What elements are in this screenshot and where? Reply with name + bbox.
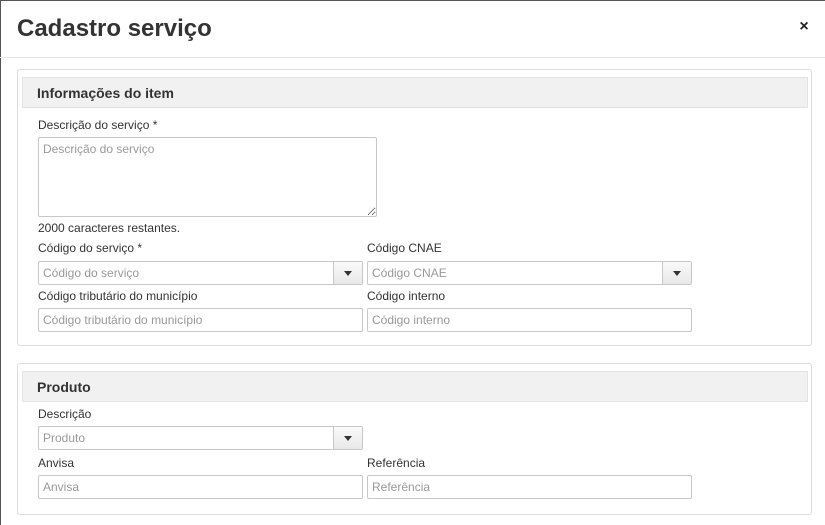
item-info-panel-header: Informações do item: [22, 77, 808, 108]
cnae-code-label: Código CNAE: [367, 241, 442, 255]
chevron-down-icon: [673, 270, 681, 276]
modal-header: Cadastro serviço ×: [0, 0, 825, 58]
cnae-code-dropdown-button[interactable]: [662, 262, 691, 284]
anvisa-input[interactable]: [38, 475, 363, 499]
product-description-label: Descrição: [38, 407, 92, 421]
product-input[interactable]: [39, 427, 335, 449]
product-dropdown-button[interactable]: [333, 427, 362, 449]
close-icon[interactable]: ×: [798, 19, 810, 35]
product-panel-header: Produto: [22, 371, 808, 402]
product-panel-title: Produto: [37, 379, 91, 395]
item-info-panel-title: Informações do item: [37, 85, 174, 101]
cnae-code-combobox[interactable]: [367, 261, 692, 285]
product-combobox[interactable]: [38, 426, 363, 450]
municipal-tax-code-input[interactable]: [38, 308, 363, 332]
anvisa-label: Anvisa: [38, 456, 75, 470]
characters-remaining-counter: 2000 caracteres restantes.: [38, 221, 181, 235]
service-code-label: Código do serviço *: [38, 241, 143, 255]
internal-code-label: Código interno: [367, 289, 446, 303]
modal-title: Cadastro serviço: [17, 15, 212, 42]
service-code-input[interactable]: [39, 262, 335, 284]
required-mark: *: [137, 241, 143, 255]
cnae-code-input[interactable]: [368, 262, 664, 284]
service-description-textarea[interactable]: [38, 137, 377, 217]
service-description-label: Descrição do serviço *: [38, 118, 158, 132]
municipal-tax-code-label: Código tributário do município: [38, 289, 198, 303]
chevron-down-icon: [344, 270, 352, 276]
chevron-down-icon: [344, 435, 352, 441]
required-mark: *: [152, 118, 158, 132]
service-code-dropdown-button[interactable]: [333, 262, 362, 284]
reference-label: Referência: [367, 456, 426, 470]
reference-input[interactable]: [367, 475, 692, 499]
internal-code-input[interactable]: [367, 308, 692, 332]
service-code-combobox[interactable]: [38, 261, 363, 285]
